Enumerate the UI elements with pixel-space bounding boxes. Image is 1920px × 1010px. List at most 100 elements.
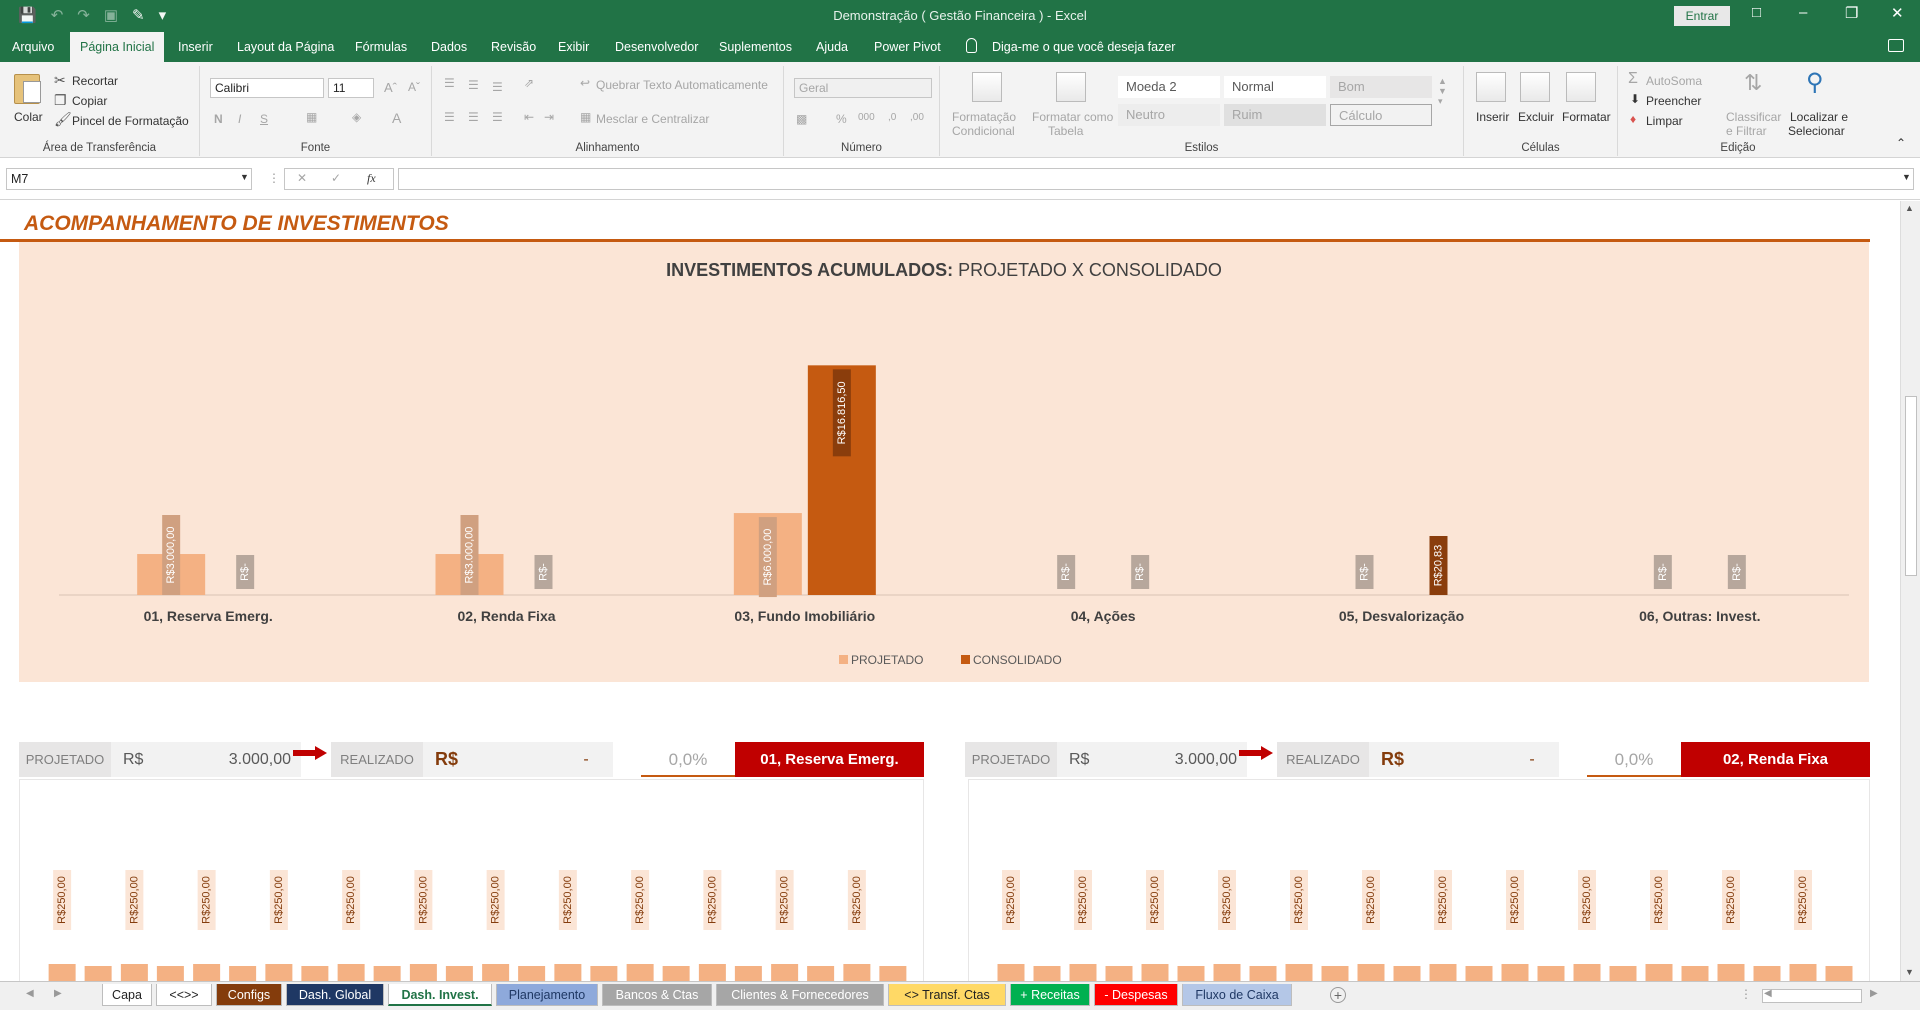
tab-inserir[interactable]: Inserir (168, 32, 223, 62)
tab-pagina-inicial[interactable]: Página Inicial (70, 32, 165, 62)
sheet-tab-despesas[interactable]: - Despesas (1094, 984, 1178, 1006)
mini-bar-chart-2[interactable]: R$250,00R$-R$250,00R$-R$250,00R$-R$250,0… (969, 780, 1871, 981)
orientation-icon[interactable]: ⇗ (524, 76, 534, 90)
mini-chart-panel-2[interactable]: R$250,00R$-R$250,00R$-R$250,00R$-R$250,0… (968, 779, 1870, 981)
main-bar-chart[interactable]: R$3.000,00 R$- 01, Reserva Emerg. R$3.000,0… (19, 242, 1869, 682)
gallery-scroll-icon[interactable]: ▲ ▼ ▾ (1438, 76, 1447, 107)
align-top-icon[interactable]: ☰ (444, 76, 455, 90)
sheet-tab-dash-global[interactable]: Dash. Global (286, 984, 384, 1006)
signin-button[interactable]: Entrar (1674, 6, 1730, 26)
find-select-label-1[interactable]: Localizar e (1790, 110, 1848, 124)
formula-input[interactable] (398, 168, 1914, 190)
insert-function-button[interactable]: fx (367, 171, 376, 186)
close-icon[interactable]: ✕ (1891, 4, 1904, 22)
tab-dados[interactable]: Dados (421, 32, 477, 62)
tell-me-box[interactable]: Diga-me o que você deseja fazer (992, 32, 1175, 62)
scroll-thumb[interactable] (1905, 396, 1917, 576)
sheet-tab-receitas[interactable]: + Receitas (1010, 984, 1090, 1006)
clear-button[interactable]: Limpar (1646, 114, 1683, 128)
font-color-icon[interactable]: A (392, 110, 401, 126)
worksheet[interactable]: ACOMPANHAMENTO DE INVESTIMENTOS INVESTIM… (0, 201, 1900, 981)
sheet-tab-capa[interactable]: Capa (102, 984, 152, 1006)
increase-indent-icon[interactable]: ⇥ (544, 110, 554, 124)
expand-formula-icon[interactable]: ▼ (1902, 172, 1911, 182)
restore-icon[interactable]: ❐ (1845, 4, 1858, 22)
italic-icon[interactable]: I (238, 112, 241, 126)
style-calculo[interactable]: Cálculo (1330, 104, 1432, 126)
formula-bar-splitter-icon[interactable]: ⋮ (268, 171, 280, 185)
insert-cells-button[interactable]: Inserir (1476, 110, 1509, 124)
tab-revisao[interactable]: Revisão (481, 32, 546, 62)
fill-color-icon[interactable]: ◈ (352, 110, 361, 124)
mini-chart-panel-1[interactable]: R$250,00R$-R$250,00R$-R$250,00R$-R$250,0… (19, 779, 924, 981)
tab-power-pivot[interactable]: Power Pivot (864, 32, 951, 62)
tab-formulas[interactable]: Fórmulas (345, 32, 417, 62)
autosum-button[interactable]: AutoSoma (1646, 74, 1702, 88)
sheet-tab-configs[interactable]: Configs (216, 984, 282, 1006)
paste-icon[interactable] (14, 74, 41, 104)
style-bom[interactable]: Bom (1330, 76, 1432, 98)
collapse-ribbon-icon[interactable]: ⌃ (1896, 136, 1906, 150)
tab-nav-next-icon[interactable]: ▶ (54, 988, 62, 999)
shrink-font-icon[interactable]: Aˇ (408, 80, 420, 94)
sheet-tab-bancos[interactable]: Bancos & Ctas (602, 984, 712, 1006)
sheet-tab-transf[interactable]: <> Transf. Ctas (888, 984, 1006, 1006)
sheet-tab-clientes[interactable]: Clientes & Fornecedores (716, 984, 884, 1006)
style-normal[interactable]: Normal (1224, 76, 1326, 98)
tab-arquivo[interactable]: Arquivo (2, 32, 64, 62)
cancel-icon[interactable]: ✕ (297, 171, 307, 185)
grow-font-icon[interactable]: Aˆ (384, 80, 397, 95)
number-format-select[interactable]: Geral (794, 78, 932, 98)
scroll-up-icon[interactable]: ▲ (1905, 203, 1914, 213)
align-bottom-icon[interactable]: ☰ (492, 80, 503, 94)
cut-button[interactable]: Recortar (72, 74, 118, 88)
name-box-dropdown-icon[interactable]: ▼ (240, 172, 249, 182)
underline-icon[interactable]: S (260, 112, 268, 126)
conditional-format-label-2[interactable]: Condicional (952, 124, 1015, 138)
tab-exibir[interactable]: Exibir (548, 32, 599, 62)
name-box[interactable]: M7 (6, 168, 252, 190)
merge-center-button[interactable]: Mesclar e Centralizar (596, 112, 709, 126)
add-sheet-icon[interactable]: + (1330, 987, 1346, 1003)
sort-filter-label-1[interactable]: Classificar (1726, 110, 1781, 124)
percent-icon[interactable]: % (836, 112, 847, 126)
hscroll-left-icon[interactable]: ◀ (1764, 988, 1772, 999)
borders-icon[interactable]: ▦ (306, 110, 317, 124)
thousands-icon[interactable]: 000 (858, 112, 875, 123)
align-center-icon[interactable]: ☰ (468, 110, 479, 124)
hscroll-splitter-icon[interactable]: ⋮ (1740, 987, 1752, 1001)
decrease-indent-icon[interactable]: ⇤ (524, 110, 534, 124)
format-cells-button[interactable]: Formatar (1562, 110, 1611, 124)
horizontal-scrollbar[interactable] (1762, 989, 1862, 1003)
ribbon-display-icon[interactable]: □ (1752, 4, 1761, 21)
align-middle-icon[interactable]: ☰ (468, 78, 479, 92)
format-painter-button[interactable]: Pincel de Formatação (72, 114, 189, 128)
copy-button[interactable]: Copiar (72, 94, 107, 108)
enter-icon[interactable]: ✓ (331, 171, 341, 185)
fill-button[interactable]: Preencher (1646, 94, 1701, 108)
sort-filter-label-2[interactable]: e Filtrar (1726, 124, 1767, 138)
style-moeda2[interactable]: Moeda 2 (1118, 76, 1220, 98)
align-left-icon[interactable]: ☰ (444, 110, 455, 124)
style-neutro[interactable]: Neutro (1118, 104, 1220, 126)
vertical-scrollbar[interactable]: ▲ ▼ (1900, 201, 1920, 981)
format-table-label-1[interactable]: Formatar como (1032, 110, 1113, 124)
paste-button[interactable]: Colar (14, 110, 43, 124)
align-right-icon[interactable]: ☰ (492, 110, 503, 124)
decrease-decimal-icon[interactable]: ,00 (910, 112, 924, 123)
comments-icon[interactable] (1888, 39, 1904, 52)
tab-desenvolvedor[interactable]: Desenvolvedor (605, 32, 708, 62)
wrap-text-button[interactable]: Quebrar Texto Automaticamente (596, 78, 768, 92)
style-ruim[interactable]: Ruim (1224, 104, 1326, 126)
sheet-tab-nav[interactable]: <<>> (156, 984, 212, 1006)
currency-format-icon[interactable]: ▩ (796, 112, 807, 126)
sheet-tab-dash-invest[interactable]: Dash. Invest. (388, 984, 492, 1006)
increase-decimal-icon[interactable]: ,0 (888, 112, 896, 123)
hscroll-right-icon[interactable]: ▶ (1870, 988, 1878, 999)
chart-panel[interactable]: INVESTIMENTOS ACUMULADOS: PROJETADO X CO… (19, 242, 1869, 682)
tab-nav-prev-icon[interactable]: ◀ (26, 988, 34, 999)
sheet-tab-fluxo[interactable]: Fluxo de Caixa (1182, 984, 1292, 1006)
delete-cells-button[interactable]: Excluir (1518, 110, 1554, 124)
tab-suplementos[interactable]: Suplementos (709, 32, 802, 62)
format-table-label-2[interactable]: Tabela (1048, 124, 1083, 138)
